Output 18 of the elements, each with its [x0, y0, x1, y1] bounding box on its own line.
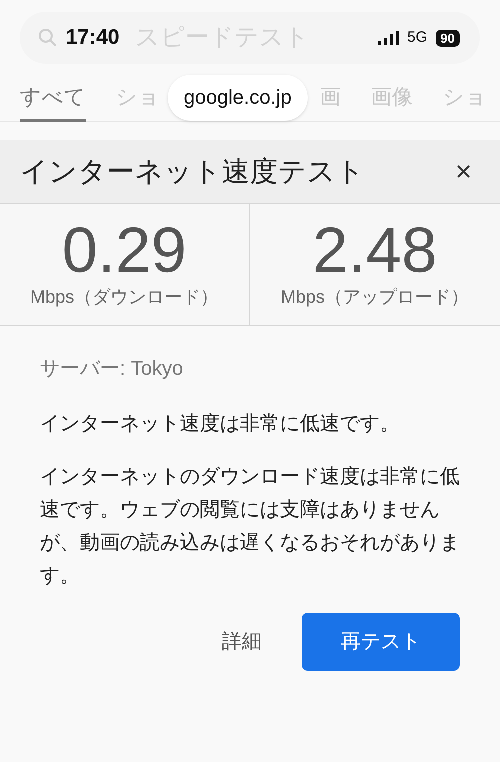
search-icon [38, 28, 58, 48]
speed-unit: Mbps（ダウンロード） [30, 286, 218, 309]
server-label: サーバー: Tokyo [40, 357, 184, 382]
tab[interactable]: すべて [20, 78, 86, 122]
speed-unit: Mbps（アップロード） [280, 286, 469, 309]
detail-text: インターネットのダウンロード速度は非常に低速です。ウェブの閲覧には支障はありませんが、動画の読み込みは遅くなるおそれがあります。 [40, 465, 460, 589]
details-button[interactable]: 詳細 [214, 613, 270, 671]
retest-button[interactable]: 再テスト [302, 613, 460, 671]
clock: 17:40 [66, 25, 120, 52]
signal-icon [378, 31, 400, 45]
card-title: インターネット速度テスト [20, 154, 365, 188]
url-pill[interactable]: google.co.jp [168, 74, 308, 120]
close-button[interactable]: × [456, 150, 472, 192]
speed-value: 2.48 [312, 216, 438, 284]
battery-icon: 90 [436, 30, 460, 46]
network-label: 5G [408, 28, 428, 48]
summary-text: インターネット速度は非常に低速です。 [40, 412, 401, 437]
speed-value: 0.29 [62, 216, 187, 284]
